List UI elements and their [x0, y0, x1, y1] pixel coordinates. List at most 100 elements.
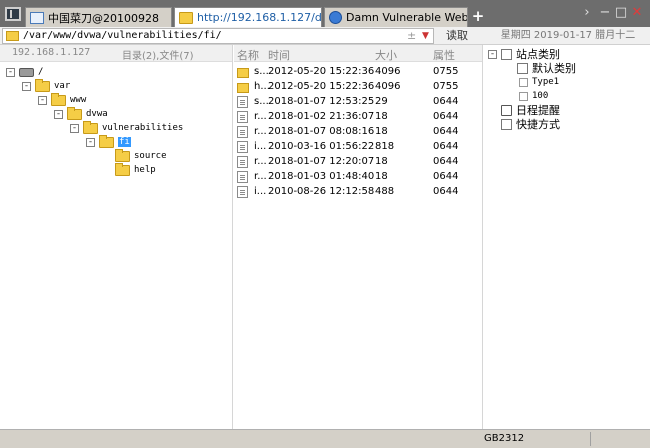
tree-label: 100: [532, 91, 549, 101]
file-icon: [237, 141, 248, 153]
folder-icon: [6, 31, 19, 41]
tab-label: 中国菜刀@20100928: [48, 11, 159, 25]
file-row[interactable]: r... 2018-01-03 01:48:40 18 0644: [234, 170, 483, 185]
tree-node-root[interactable]: - /: [6, 65, 43, 79]
tree-node-default-category[interactable]: 默认类别: [517, 61, 576, 75]
file-row[interactable]: r... 2018-01-07 12:20:07 18 0644: [234, 155, 483, 170]
tree-node-100[interactable]: 100: [519, 89, 548, 103]
tree-label: vulnerabilities: [102, 123, 184, 133]
file-name: s...: [254, 96, 269, 107]
tree-node-vulnerabilities[interactable]: - vulnerabilities: [70, 120, 184, 135]
collapse-icon[interactable]: -: [488, 49, 497, 59]
tree-node-fi[interactable]: - fi: [86, 134, 131, 149]
file-attr: 0644: [433, 186, 459, 197]
file-size: 4096: [375, 81, 401, 92]
close-button[interactable]: ✕: [630, 6, 644, 20]
tree-label: 默认类别: [532, 62, 576, 75]
file-attr: 0644: [433, 96, 459, 107]
collapse-icon[interactable]: -: [86, 137, 95, 147]
tab-chopper[interactable]: 中国菜刀@20100928: [25, 7, 172, 27]
collapse-icon[interactable]: -: [38, 95, 47, 105]
tree-node-site-category[interactable]: - 站点类别: [488, 47, 560, 61]
file-name: r...: [254, 126, 267, 137]
chevron-down-icon[interactable]: ▼: [422, 29, 429, 43]
tree-node-type1[interactable]: Type1: [519, 75, 559, 89]
file-time: 2018-01-07 12:20:07: [268, 156, 375, 167]
page-icon: [30, 11, 44, 24]
app-logo-icon: [5, 7, 21, 21]
folder-icon: [237, 83, 249, 93]
column-attr[interactable]: 属性: [433, 47, 455, 63]
folder-icon: [179, 11, 193, 24]
category-icon: [517, 62, 528, 74]
directory-count: 目录(2),文件(7): [122, 51, 194, 62]
tree-node-source[interactable]: source: [115, 148, 167, 163]
file-row[interactable]: h... 2012-05-20 15:22:36 4096 0755: [234, 80, 483, 95]
file-icon: [237, 186, 248, 198]
minimize-button[interactable]: −: [598, 6, 612, 20]
read-button[interactable]: 读取: [436, 27, 478, 45]
tree-node-shortcuts[interactable]: 快捷方式: [501, 117, 560, 131]
item-icon: [519, 91, 528, 101]
file-icon: [237, 156, 248, 168]
file-list-panel: 名称 时间 大小 属性 s... 2012-05-20 15:22:36 4096 0…: [234, 45, 483, 429]
column-time[interactable]: 时间: [268, 47, 290, 63]
file-name: r...: [254, 156, 267, 167]
tree-node-var[interactable]: - var: [22, 78, 71, 93]
status-bar: GB2312: [0, 429, 650, 448]
folder-icon: [237, 68, 249, 78]
globe-icon: [329, 11, 342, 24]
file-attr: 0644: [433, 111, 459, 122]
file-row[interactable]: i... 2010-08-26 12:12:58 488 0644: [234, 185, 483, 200]
collapse-icon[interactable]: -: [54, 109, 63, 119]
file-row[interactable]: s... 2018-01-07 12:53:25 29 0644: [234, 95, 483, 110]
file-attr: 0644: [433, 156, 459, 167]
file-attr: 0755: [433, 81, 459, 92]
folder-icon: [67, 106, 82, 120]
folder-icon: [51, 92, 66, 106]
file-row[interactable]: r... 2018-01-02 21:36:07 18 0644: [234, 110, 483, 125]
collapse-icon[interactable]: -: [22, 81, 31, 91]
site-category-panel: - 站点类别 默认类别 Type1 100 日程提醒 快捷方式: [484, 45, 650, 429]
tree-label: /: [38, 67, 44, 77]
file-time: 2018-01-02 21:36:07: [268, 111, 375, 122]
tree-label: var: [54, 81, 71, 91]
tree-node-help[interactable]: help: [115, 162, 156, 177]
folder-icon: [115, 148, 130, 162]
file-name: r...: [254, 111, 267, 122]
tab-dvwa-files[interactable]: http://192.168.1.127/dvwa/v...: [174, 7, 322, 27]
collapse-icon[interactable]: -: [70, 123, 79, 133]
column-size[interactable]: 大小: [375, 47, 397, 63]
tree-node-schedule-reminder[interactable]: 日程提醒: [501, 103, 560, 117]
chevron-right-icon[interactable]: ›: [580, 6, 594, 20]
tree-label: Type1: [532, 77, 560, 87]
file-row[interactable]: i... 2010-03-16 01:56:22 818 0644: [234, 140, 483, 155]
file-size: 18: [375, 126, 388, 137]
tab-label: Damn Vulnerable Web App (...: [346, 11, 468, 24]
file-attr: 0644: [433, 171, 459, 182]
file-time: 2010-03-16 01:56:22: [268, 141, 375, 152]
tab-dvwa-web[interactable]: Damn Vulnerable Web App (...: [324, 7, 468, 27]
column-name[interactable]: 名称: [237, 47, 259, 63]
tree-node-dvwa[interactable]: - dvwa: [54, 106, 108, 121]
tree-label: source: [134, 151, 167, 161]
add-tab-button[interactable]: +: [471, 8, 485, 24]
directory-tree-panel: 192.168.1.127 目录(2),文件(7) - / - var - ww…: [0, 45, 233, 429]
title-bar: 中国菜刀@20100928 http://192.168.1.127/dvwa/…: [0, 0, 650, 27]
maximize-button[interactable]: □: [614, 6, 628, 20]
file-row[interactable]: r... 2018-01-07 08:08:16 18 0644: [234, 125, 483, 140]
encoding-status: GB2312: [484, 433, 525, 444]
file-row[interactable]: s... 2012-05-20 15:22:36 4096 0755: [234, 65, 483, 80]
file-name: i...: [254, 186, 267, 197]
tree-node-www[interactable]: - www: [38, 92, 86, 107]
collapse-icon[interactable]: -: [6, 67, 15, 77]
date-display: 星期四 2019-01-17 腊月十二: [500, 30, 636, 41]
path-input[interactable]: [23, 29, 393, 43]
path-box: ± ▼: [2, 28, 434, 44]
plus-minus-icon[interactable]: ±: [407, 29, 416, 43]
file-time: 2018-01-07 08:08:16: [268, 126, 375, 137]
file-size: 18: [375, 111, 388, 122]
file-size: 29: [375, 96, 388, 107]
file-icon: [237, 111, 248, 123]
tree-label-selected: fi: [118, 137, 131, 147]
